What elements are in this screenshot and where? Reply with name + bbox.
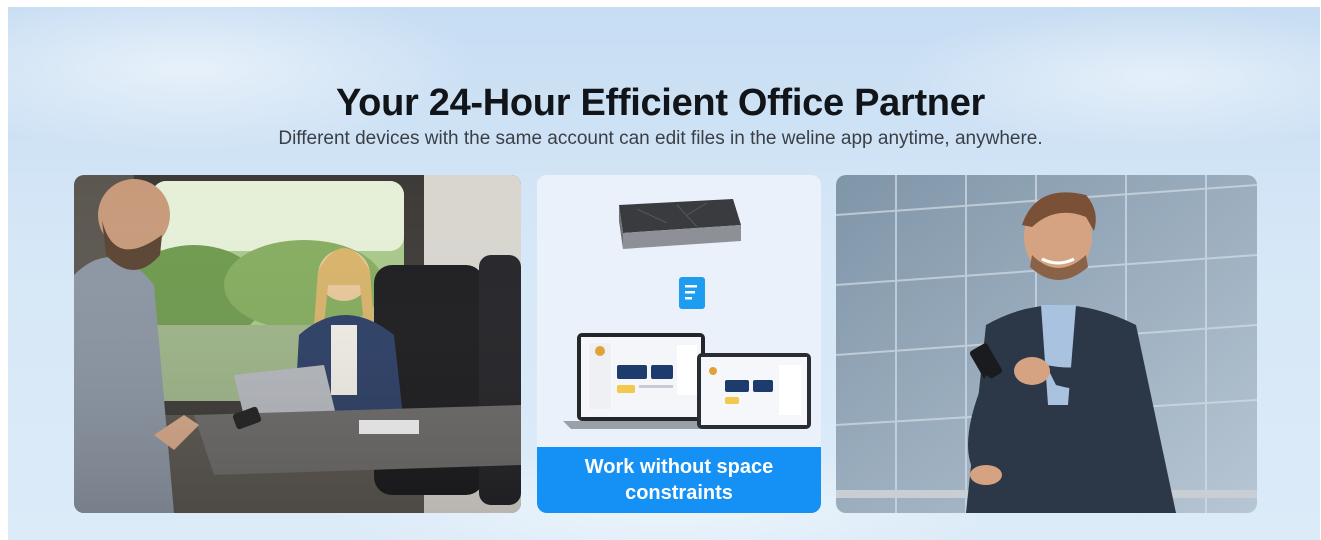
train-work-photo [74,175,521,513]
phone-user-photo [836,175,1257,513]
page-title: Your 24-Hour Efficient Office Partner [335,82,986,124]
nas-device-panel: Work without space constraints [537,175,821,513]
nas-device-photo [537,175,821,447]
page-subtitle: Different devices with the same account … [278,128,1043,149]
document-icon [679,277,705,309]
caption-work-without-space: Work without space constraints [537,447,821,513]
